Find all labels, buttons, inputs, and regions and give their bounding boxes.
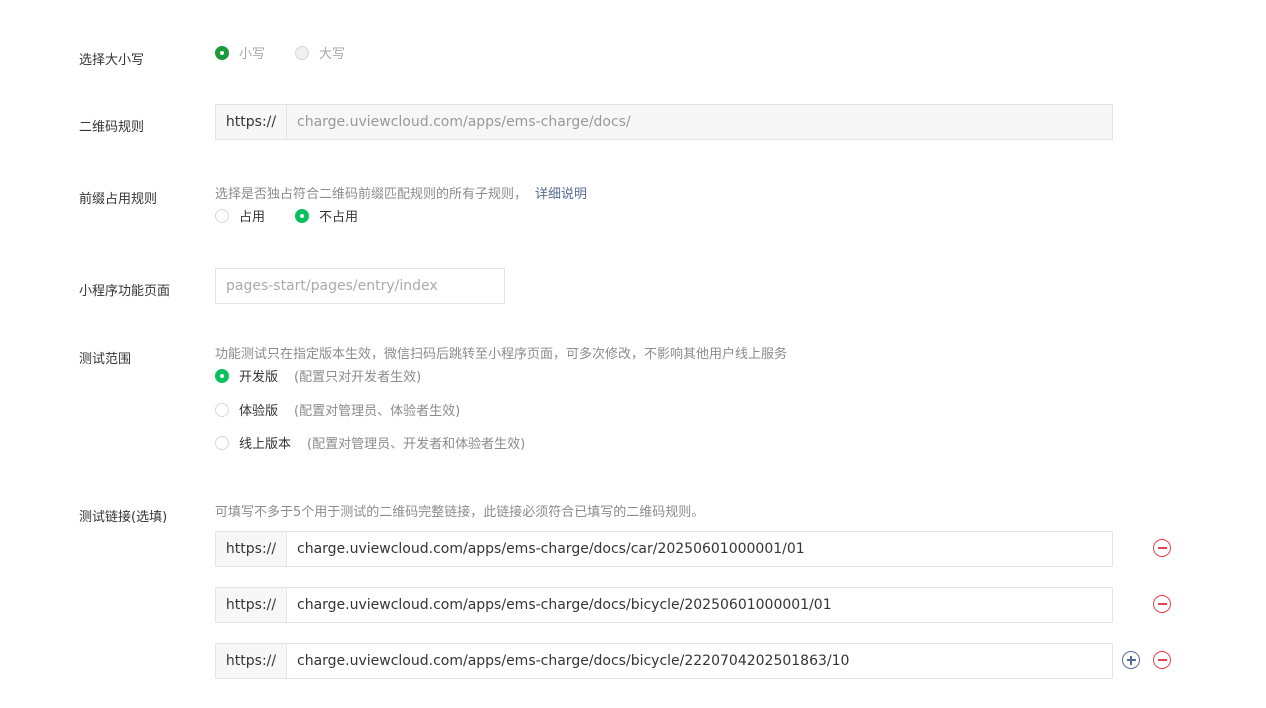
radio-dev-label[interactable]: 开发版 bbox=[239, 366, 278, 385]
scope-option-trial[interactable]: 体验版 (配置对管理员、体验者生效) bbox=[215, 400, 460, 419]
radio-uppercase-label[interactable]: 大写 bbox=[319, 43, 345, 62]
radio-online[interactable] bbox=[215, 435, 229, 450]
test-scope-label: 测试范围 bbox=[79, 352, 132, 367]
test-link-prefix: https:// bbox=[216, 588, 287, 622]
radio-not-occupy[interactable] bbox=[295, 208, 310, 223]
radio-occupy-label[interactable]: 占用 bbox=[239, 206, 265, 225]
radio-not-occupy-label[interactable]: 不占用 bbox=[319, 206, 358, 225]
test-scope-hint: 功能测试只在指定版本生效，微信扫码后跳转至小程序页面，可多次修改，不影响其他用户… bbox=[215, 347, 788, 362]
test-link-field-3[interactable]: https:// charge.uviewcloud.com/apps/ems-… bbox=[215, 643, 1113, 679]
case-select-label: 选择大小写 bbox=[79, 53, 145, 68]
add-link-icon[interactable] bbox=[1122, 651, 1140, 669]
scope-option-dev[interactable]: 开发版 (配置只对开发者生效) bbox=[215, 366, 421, 385]
prefix-rule-hint: 选择是否独占符合二维码前缀匹配规则的所有子规则， 详细说明 bbox=[215, 183, 587, 202]
qr-rule-value: charge.uviewcloud.com/apps/ems-charge/do… bbox=[297, 114, 631, 130]
radio-lowercase[interactable] bbox=[215, 45, 229, 60]
test-link-value[interactable]: charge.uviewcloud.com/apps/ems-charge/do… bbox=[287, 597, 832, 613]
radio-dev[interactable] bbox=[215, 368, 229, 383]
radio-trial-note: (配置对管理员、体验者生效) bbox=[294, 404, 461, 419]
radio-online-note: (配置对管理员、开发者和体验者生效) bbox=[307, 437, 526, 452]
prefix-rule-hint-text: 选择是否独占符合二维码前缀匹配规则的所有子规则， bbox=[215, 187, 528, 202]
qr-rule-label: 二维码规则 bbox=[79, 120, 145, 135]
miniprogram-page-label: 小程序功能页面 bbox=[79, 284, 171, 299]
radio-trial-label[interactable]: 体验版 bbox=[239, 400, 278, 419]
radio-trial[interactable] bbox=[215, 402, 229, 417]
remove-link-2-icon[interactable] bbox=[1153, 595, 1171, 613]
radio-uppercase[interactable] bbox=[295, 45, 310, 60]
radio-dev-note: (配置只对开发者生效) bbox=[294, 370, 422, 385]
radio-lowercase-label[interactable]: 小写 bbox=[239, 43, 265, 62]
prefix-radio-group: 占用 不占用 bbox=[215, 206, 388, 225]
test-link-prefix: https:// bbox=[216, 644, 287, 678]
test-link-field-1[interactable]: https:// charge.uviewcloud.com/apps/ems-… bbox=[215, 531, 1113, 567]
radio-online-label[interactable]: 线上版本 bbox=[239, 433, 291, 452]
test-links-hint: 可填写不多于5个用于测试的二维码完整链接，此链接必须符合已填写的二维码规则。 bbox=[215, 505, 705, 520]
remove-link-1-icon[interactable] bbox=[1153, 539, 1171, 557]
remove-link-3-icon[interactable] bbox=[1153, 651, 1171, 669]
test-link-field-2[interactable]: https:// charge.uviewcloud.com/apps/ems-… bbox=[215, 587, 1113, 623]
miniprogram-page-input[interactable] bbox=[215, 268, 505, 304]
radio-occupy[interactable] bbox=[215, 208, 229, 223]
test-link-prefix: https:// bbox=[216, 532, 287, 566]
qr-rule-prefix: https:// bbox=[216, 105, 287, 139]
test-link-value[interactable]: charge.uviewcloud.com/apps/ems-charge/do… bbox=[287, 541, 805, 557]
case-radio-group: 小写 大写 bbox=[215, 43, 375, 62]
prefix-rule-label: 前缀占用规则 bbox=[79, 192, 158, 207]
scope-option-online[interactable]: 线上版本 (配置对管理员、开发者和体验者生效) bbox=[215, 433, 525, 452]
test-links-label: 测试链接(选填) bbox=[79, 510, 168, 525]
detail-link[interactable]: 详细说明 bbox=[535, 187, 587, 202]
qr-rule-field: https:// charge.uviewcloud.com/apps/ems-… bbox=[215, 104, 1113, 140]
test-link-value[interactable]: charge.uviewcloud.com/apps/ems-charge/do… bbox=[287, 653, 849, 669]
